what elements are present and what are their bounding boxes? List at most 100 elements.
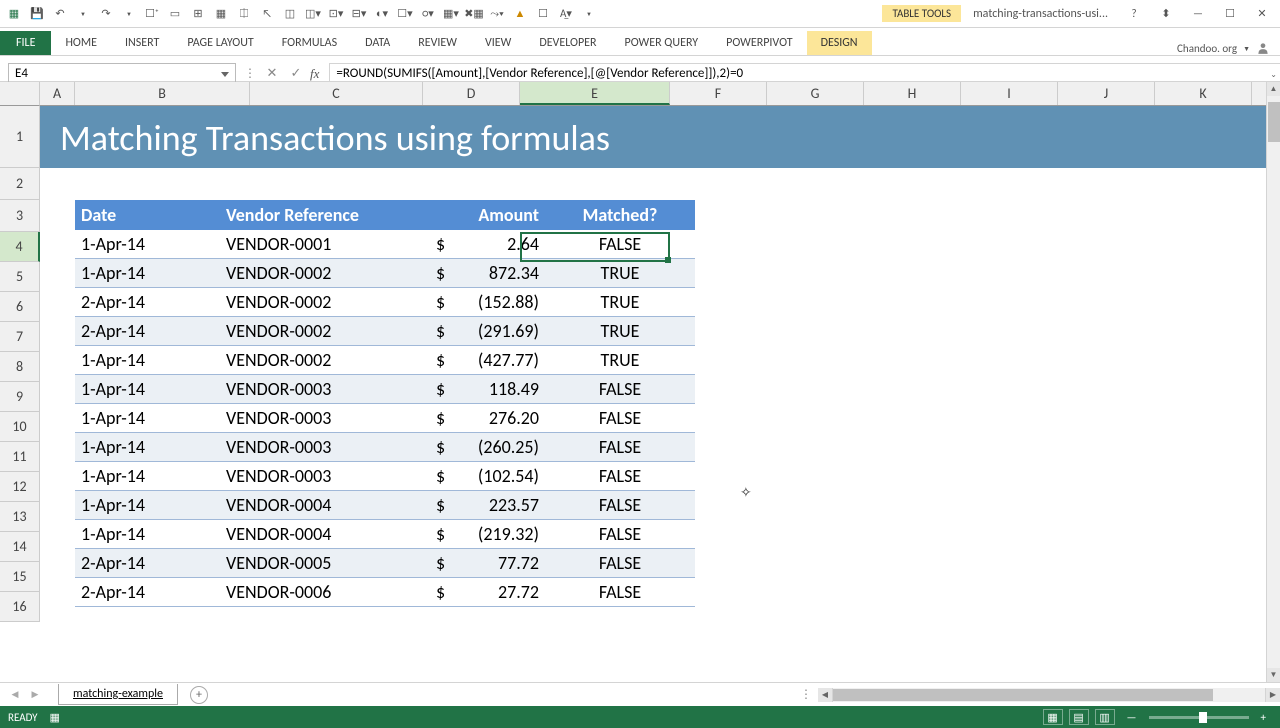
col-vendor[interactable]: Vendor Reference — [220, 200, 430, 230]
cell-vendor[interactable]: VENDOR-0002 — [220, 317, 430, 345]
file-tab[interactable]: FILE — [0, 31, 51, 55]
col-header-g[interactable]: G — [767, 82, 864, 105]
excel-icon[interactable]: ▦ — [4, 4, 24, 24]
row-header-14[interactable]: 14 — [0, 532, 40, 562]
table-row[interactable]: 1-Apr-14 VENDOR-0002 $ (427.77) TRUE — [75, 346, 695, 375]
row-header-1[interactable]: 1 — [0, 106, 40, 168]
col-header-c[interactable]: C — [250, 82, 423, 105]
cell-vendor[interactable]: VENDOR-0001 — [220, 230, 430, 258]
row-header-12[interactable]: 12 — [0, 472, 40, 502]
border-icon[interactable]: ☐▾ — [395, 4, 415, 24]
user-area[interactable]: Chandoo. org ▼ — [1177, 41, 1280, 55]
tab-view[interactable]: VIEW — [471, 31, 525, 55]
cell-vendor[interactable]: VENDOR-0004 — [220, 520, 430, 548]
col-header-f[interactable]: F — [670, 82, 767, 105]
cell-currency[interactable]: $ — [430, 462, 460, 490]
cell-amount[interactable]: (260.25) — [460, 433, 545, 461]
cell-date[interactable]: 2-Apr-14 — [75, 288, 220, 316]
grid[interactable]: Matching Transactions using formulas Dat… — [40, 106, 1266, 682]
cell-currency[interactable]: $ — [430, 549, 460, 577]
shape-icon[interactable]: ○▾ — [418, 4, 438, 24]
cell-matched[interactable]: TRUE — [545, 346, 695, 374]
cell-matched[interactable]: FALSE — [545, 230, 695, 258]
cell-amount[interactable]: 118.49 — [460, 375, 545, 403]
row-header-16[interactable]: 16 — [0, 592, 40, 622]
qat-customize-icon[interactable]: ▼ — [579, 4, 599, 24]
cell-matched[interactable]: FALSE — [545, 578, 695, 606]
select-all-corner[interactable] — [0, 82, 40, 106]
cell-amount[interactable]: 276.20 — [460, 404, 545, 432]
warning-icon[interactable]: ▲ — [510, 4, 530, 24]
cell-amount[interactable]: (152.88) — [460, 288, 545, 316]
table-row[interactable]: 2-Apr-14 VENDOR-0002 $ (152.88) TRUE — [75, 288, 695, 317]
row-header-5[interactable]: 5 — [0, 262, 40, 292]
select-arrow-icon[interactable]: ↖ — [257, 4, 277, 24]
tab-power-query[interactable]: POWER QUERY — [611, 31, 713, 55]
row-header-3[interactable]: 3 — [0, 200, 40, 232]
row-header-11[interactable]: 11 — [0, 442, 40, 472]
table-row[interactable]: 1-Apr-14 VENDOR-0003 $ 118.49 FALSE — [75, 375, 695, 404]
cell-matched[interactable]: FALSE — [545, 491, 695, 519]
macro-recording-icon[interactable]: ▦ — [50, 711, 60, 724]
cell-date[interactable]: 1-Apr-14 — [75, 375, 220, 403]
table-row[interactable]: 1-Apr-14 VENDOR-0004 $ 223.57 FALSE — [75, 491, 695, 520]
expand-formula-icon[interactable]: ⌄ — [1270, 70, 1277, 80]
sheet-tab-matching[interactable]: matching-example — [58, 684, 178, 705]
cell-matched[interactable]: TRUE — [545, 259, 695, 287]
col-header-k[interactable]: K — [1155, 82, 1252, 105]
pivot-icon[interactable]: ◫ — [280, 4, 300, 24]
save-icon[interactable]: 💾 — [27, 4, 47, 24]
tab-home[interactable]: HOME — [51, 31, 111, 55]
cell-date[interactable]: 1-Apr-14 — [75, 259, 220, 287]
cell-amount[interactable]: (291.69) — [460, 317, 545, 345]
cell-currency[interactable]: $ — [430, 375, 460, 403]
cell-date[interactable]: 2-Apr-14 — [75, 578, 220, 606]
row-header-4[interactable]: 4 — [0, 232, 40, 262]
cell-matched[interactable]: FALSE — [545, 375, 695, 403]
cell-vendor[interactable]: VENDOR-0002 — [220, 288, 430, 316]
cell-vendor[interactable]: VENDOR-0002 — [220, 259, 430, 287]
cell-currency[interactable]: $ — [430, 404, 460, 432]
row-header-2[interactable]: 2 — [0, 168, 40, 200]
col-header-e[interactable]: E — [520, 82, 670, 105]
cell-matched[interactable]: FALSE — [545, 433, 695, 461]
cell-date[interactable]: 1-Apr-14 — [75, 404, 220, 432]
cell-date[interactable]: 1-Apr-14 — [75, 520, 220, 548]
cell-amount[interactable]: (219.32) — [460, 520, 545, 548]
cell-date[interactable]: 2-Apr-14 — [75, 317, 220, 345]
group-icon[interactable]: ⊡▾ — [326, 4, 346, 24]
table-row[interactable]: 1-Apr-14 VENDOR-0002 $ 872.34 TRUE — [75, 259, 695, 288]
arrange-icon[interactable]: ⎅ — [234, 4, 254, 24]
cell-vendor[interactable]: VENDOR-0003 — [220, 404, 430, 432]
remove-dup-icon[interactable]: ✖▦ — [464, 4, 484, 24]
row-header-8[interactable]: 8 — [0, 352, 40, 382]
cell-matched[interactable]: FALSE — [545, 520, 695, 548]
confirm-formula-icon[interactable]: ✓ — [288, 66, 304, 81]
table-icon[interactable]: ▦▾ — [441, 4, 461, 24]
cell-vendor[interactable]: VENDOR-0003 — [220, 462, 430, 490]
cell-date[interactable]: 1-Apr-14 — [75, 462, 220, 490]
horizontal-scroll-thumb[interactable] — [833, 689, 1213, 701]
trace-icon[interactable]: ⤳▾ — [487, 4, 507, 24]
col-header-a[interactable]: A — [40, 82, 75, 105]
cell-date[interactable]: 1-Apr-14 — [75, 491, 220, 519]
minimize-icon[interactable]: — — [1184, 4, 1212, 24]
row-header-10[interactable]: 10 — [0, 412, 40, 442]
cell-vendor[interactable]: VENDOR-0006 — [220, 578, 430, 606]
col-matched[interactable]: Matched? — [545, 200, 695, 230]
normal-view-icon[interactable]: ▦ — [1043, 709, 1063, 725]
redo-icon[interactable]: ↷ — [96, 4, 116, 24]
row-header-15[interactable]: 15 — [0, 562, 40, 592]
zoom-slider[interactable] — [1149, 716, 1249, 719]
cell-currency[interactable]: $ — [430, 578, 460, 606]
fill-color-icon[interactable]: ◐▾ — [372, 4, 392, 24]
cell-amount[interactable]: 27.72 — [460, 578, 545, 606]
col-date[interactable]: Date — [75, 200, 220, 230]
cell-vendor[interactable]: VENDOR-0004 — [220, 491, 430, 519]
cell-matched[interactable]: FALSE — [545, 549, 695, 577]
cell-currency[interactable]: $ — [430, 433, 460, 461]
table-row[interactable]: 1-Apr-14 VENDOR-0004 $ (219.32) FALSE — [75, 520, 695, 549]
split-icon[interactable]: ⊞ — [188, 4, 208, 24]
tab-page-layout[interactable]: PAGE LAYOUT — [173, 31, 267, 55]
cell-vendor[interactable]: VENDOR-0003 — [220, 375, 430, 403]
